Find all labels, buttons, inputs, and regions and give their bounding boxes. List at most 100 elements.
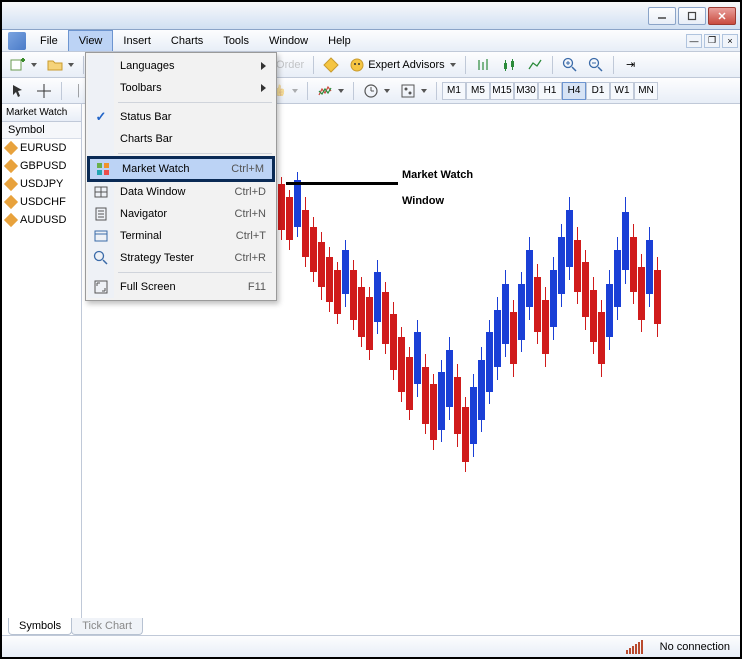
crosshair-button[interactable] [32, 81, 56, 101]
menu-item-market-watch[interactable]: Market WatchCtrl+M [87, 156, 275, 182]
timeframe-w1[interactable]: W1 [610, 82, 634, 100]
crosshair-icon [36, 83, 52, 99]
chart-type-bar[interactable] [471, 55, 495, 75]
chart-type-candle[interactable] [497, 55, 521, 75]
market-watch-row[interactable]: USDCHF [2, 193, 81, 211]
connection-icon [626, 640, 650, 654]
menu-charts[interactable]: Charts [161, 30, 213, 51]
mdi-close-button[interactable]: × [722, 34, 738, 48]
cursor-button[interactable] [6, 81, 30, 101]
expert-icon [349, 57, 365, 73]
market-watch-title: Market Watch [2, 104, 81, 122]
timeframe-m30[interactable]: M30 [514, 82, 538, 100]
diamond-icon [4, 195, 18, 209]
zoom-out-button[interactable] [584, 55, 608, 75]
diamond-icon [4, 213, 18, 227]
periodicity-button[interactable] [359, 81, 394, 101]
menu-item-label: Market Watch [122, 163, 189, 175]
menu-item-label: Languages [120, 60, 174, 72]
profiles-button[interactable] [43, 55, 78, 75]
diamond-icon [4, 159, 18, 173]
menu-file[interactable]: File [30, 30, 68, 51]
app-icon [8, 32, 26, 50]
terminal-icon [93, 228, 109, 244]
menu-item-data-window[interactable]: Data WindowCtrl+D [88, 181, 274, 203]
maximize-button[interactable] [678, 7, 706, 25]
submenu-arrow-icon [261, 84, 266, 92]
diamond-icon [4, 177, 18, 191]
market-watch-icon [95, 161, 111, 177]
chart-type-line[interactable] [523, 55, 547, 75]
timeframe-h1[interactable]: H1 [538, 82, 562, 100]
menu-item-languages[interactable]: Languages [88, 55, 274, 77]
menu-view[interactable]: View [68, 30, 114, 51]
market-watch-row[interactable]: EURUSD [2, 139, 81, 157]
timeframe-d1[interactable]: D1 [586, 82, 610, 100]
shortcut-label: F11 [248, 281, 266, 293]
symbol-label: EURUSD [20, 142, 66, 154]
menu-bar: FileViewInsertChartsToolsWindowHelp — ❐ … [2, 30, 740, 52]
menu-item-label: Full Screen [120, 281, 176, 293]
blank-icon [93, 131, 109, 147]
timeframe-m1[interactable]: M1 [442, 82, 466, 100]
blank-icon [93, 80, 109, 96]
clock-icon [363, 83, 379, 99]
timeframe-h4[interactable]: H4 [562, 82, 586, 100]
tab-symbols[interactable]: Symbols [8, 618, 72, 635]
menu-window[interactable]: Window [259, 30, 318, 51]
expert-advisors-label: Expert Advisors [368, 59, 444, 71]
data-window-icon [93, 184, 109, 200]
timeframe-m5[interactable]: M5 [466, 82, 490, 100]
auto-scroll-button[interactable]: ⇥ [619, 55, 643, 75]
market-watch-row[interactable]: USDJPY [2, 175, 81, 193]
indicators-button[interactable] [313, 81, 348, 101]
indicators-icon [317, 83, 333, 99]
folder-icon [47, 57, 63, 73]
menu-item-terminal[interactable]: TerminalCtrl+T [88, 225, 274, 247]
annotation-text: Market WatchWindow [402, 158, 473, 211]
menu-item-strategy-tester[interactable]: Strategy Tester Ctrl+R [88, 247, 274, 269]
cursor-icon [10, 83, 26, 99]
menu-item-status-bar[interactable]: ✓Status Bar [88, 106, 274, 128]
mdi-minimize-button[interactable]: — [686, 34, 702, 48]
menu-item-navigator[interactable]: NavigatorCtrl+N [88, 203, 274, 225]
window-titlebar [2, 2, 740, 30]
shortcut-label: Ctrl+R [235, 252, 266, 264]
menu-item-label: Charts Bar [120, 133, 173, 145]
shortcut-label: Ctrl+D [235, 186, 266, 198]
status-bar: No connection [2, 635, 740, 657]
expert-advisors-button[interactable]: Expert Advisors [345, 55, 459, 75]
menu-item-label: Navigator [120, 208, 167, 220]
market-watch-col-header: Symbol [2, 122, 81, 139]
tab-tick-chart[interactable]: Tick Chart [71, 618, 143, 635]
candle-chart-icon [501, 57, 517, 73]
menu-insert[interactable]: Insert [113, 30, 161, 51]
mdi-restore-button[interactable]: ❐ [704, 34, 720, 48]
menu-tools[interactable]: Tools [213, 30, 259, 51]
view-menu-dropdown: Languages Toolbars ✓Status Bar Charts Bar Ma… [85, 52, 277, 301]
menu-item-toolbars[interactable]: Toolbars [88, 77, 274, 99]
diamond-icon [323, 57, 339, 73]
menu-help[interactable]: Help [318, 30, 361, 51]
timeframe-m15[interactable]: M15 [490, 82, 514, 100]
market-watch-row[interactable]: GBPUSD [2, 157, 81, 175]
strategy-tester-icon [93, 250, 109, 266]
menu-item-full-screen[interactable]: Full Screen F11 [88, 276, 274, 298]
close-button[interactable] [708, 7, 736, 25]
timeframe-mn[interactable]: MN [634, 82, 658, 100]
meta-editor-button[interactable] [319, 55, 343, 75]
market-watch-row[interactable]: AUDUSD [2, 211, 81, 229]
zoom-in-icon [562, 57, 578, 73]
template-button[interactable] [396, 81, 431, 101]
minimize-button[interactable] [648, 7, 676, 25]
menu-item-label: Toolbars [120, 82, 162, 94]
diamond-icon [4, 141, 18, 155]
menu-item-charts-bar[interactable]: Charts Bar [88, 128, 274, 150]
symbol-label: USDCHF [20, 196, 66, 208]
new-chart-button[interactable] [6, 55, 41, 75]
zoom-in-button[interactable] [558, 55, 582, 75]
plus-chart-icon [10, 57, 26, 73]
menu-separator [118, 272, 272, 273]
full-screen-icon [93, 279, 109, 295]
menu-item-label: Strategy Tester [120, 252, 194, 264]
